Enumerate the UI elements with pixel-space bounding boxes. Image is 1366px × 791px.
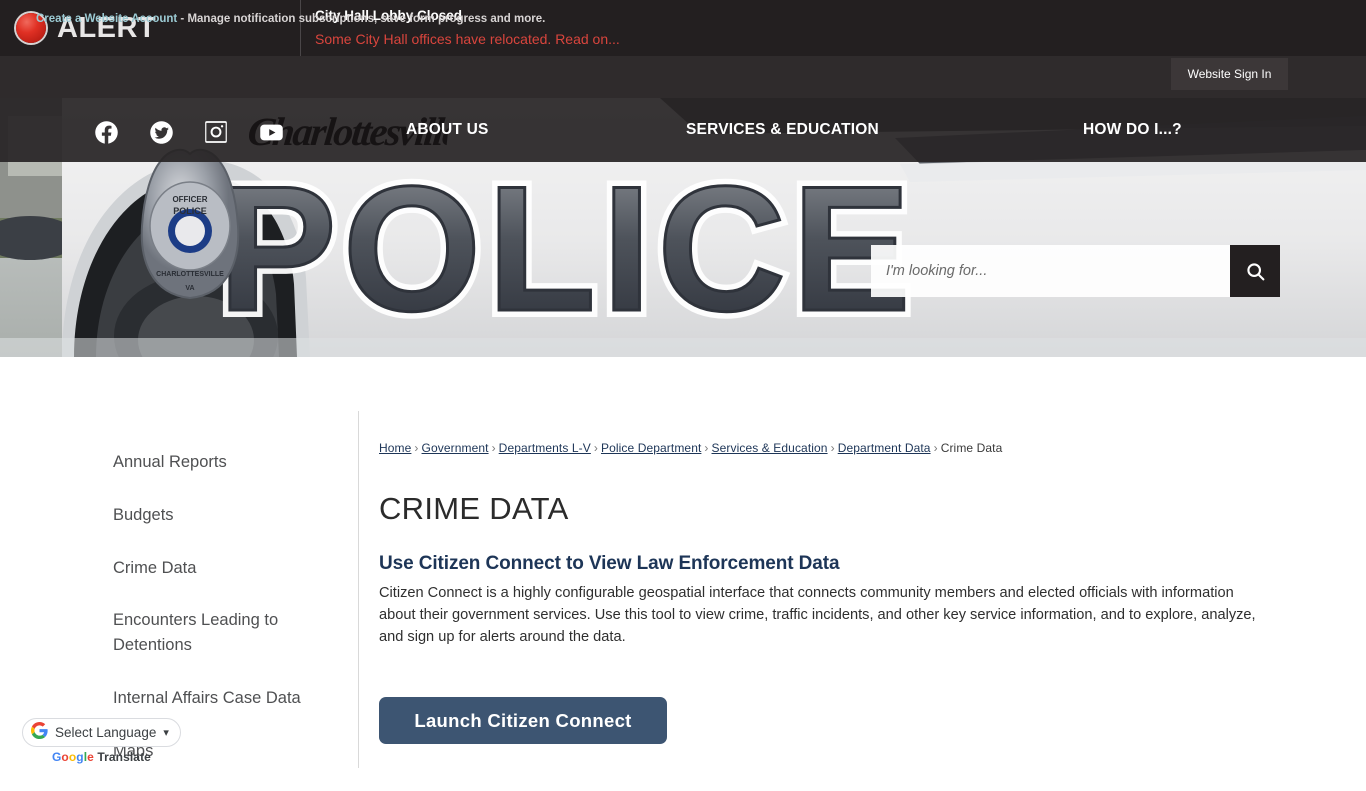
google-wordmark: Google <box>51 750 94 764</box>
sidebar-item-budgets[interactable]: Budgets <box>113 503 343 528</box>
account-bar <box>0 56 1366 98</box>
nav-item-how-do-i[interactable]: HOW DO I...? <box>1083 98 1182 162</box>
breadcrumb-item-department-data[interactable]: Department Data <box>838 441 931 455</box>
alert-readon-link[interactable]: Some City Hall offices have relocated. R… <box>315 30 620 49</box>
sidebar-item-crime-data[interactable]: Crime Data <box>113 556 343 581</box>
account-bar-description: - Manage notification subscriptions, sav… <box>177 13 546 25</box>
section-paragraph: Citizen Connect is a highly configurable… <box>379 585 1256 646</box>
breadcrumb-item-police-department[interactable]: Police Department <box>601 441 701 455</box>
page-title: CRIME DATA <box>379 491 569 526</box>
breadcrumb-separator: › <box>491 441 496 455</box>
google-translate-widget: Select Language ▾ Google Translate <box>22 718 181 764</box>
section-heading: Use Citizen Connect to View Law Enforcem… <box>379 553 840 574</box>
main-content: Home › Government › Departments L-V › Police D… <box>379 441 1284 744</box>
svg-text:CHARLOTTESVILLE: CHARLOTTESVILLE <box>156 271 224 278</box>
breadcrumb-separator: › <box>704 441 709 455</box>
breadcrumb-item-home[interactable]: Home <box>379 441 411 455</box>
alert-brand: ALERT <box>0 0 301 56</box>
nav-item-services-education[interactable]: SERVICES & EDUCATION <box>686 98 879 162</box>
google-translate-branding: Google Translate <box>22 750 181 764</box>
breadcrumb-item-current: Crime Data <box>940 441 1003 455</box>
breadcrumb-separator: › <box>593 441 598 455</box>
svg-text:POLICE: POLICE <box>173 206 207 216</box>
sidebar-item-internal-affairs-case-data[interactable]: Internal Affairs Case Data <box>113 686 343 711</box>
breadcrumb-item-government[interactable]: Government <box>422 441 489 455</box>
site-search <box>871 245 1280 297</box>
chevron-down-icon: ▾ <box>163 727 169 739</box>
search-icon <box>1246 262 1264 280</box>
account-bar-text: Create a Website Account - Manage notifi… <box>36 13 545 25</box>
svg-text:POLICE: POLICE <box>218 149 917 348</box>
search-button[interactable] <box>1230 245 1280 297</box>
nav-links: ABOUT US SERVICES & EDUCATION HOW DO I..… <box>0 98 1366 162</box>
breadcrumb-separator: › <box>933 441 938 455</box>
breadcrumb-item-services-education[interactable]: Services & Education <box>712 441 828 455</box>
content-divider <box>358 411 359 768</box>
create-account-link[interactable]: Create a Website Account <box>36 13 177 25</box>
sidebar-item-encounters-leading-to-detentions[interactable]: Encounters Leading to Detentions <box>113 608 298 658</box>
breadcrumb-item-departments-l-v[interactable]: Departments L-V <box>499 441 591 455</box>
alert-bar: ALERT City Hall Lobby Closed Some City H… <box>0 0 1366 56</box>
launch-citizen-connect-button[interactable]: Launch Citizen Connect <box>379 696 667 744</box>
breadcrumb-separator: › <box>414 441 419 455</box>
breadcrumb: Home › Government › Departments L-V › Police D… <box>379 441 1284 455</box>
page-body: Annual Reports Budgets Crime Data Encoun… <box>0 357 1366 768</box>
translate-word: Translate <box>97 750 151 764</box>
search-input[interactable] <box>871 245 1230 297</box>
svg-text:VA: VA <box>185 285 194 292</box>
select-language-label: Select Language <box>55 725 157 740</box>
select-language-dropdown[interactable]: Select Language ▾ <box>22 718 181 747</box>
police-badge: POLICE OFFICER CHARLOTTESVILLE VA <box>140 148 240 300</box>
svg-text:OFFICER: OFFICER <box>172 195 207 204</box>
google-g-icon <box>31 721 48 744</box>
sidebar-item-annual-reports[interactable]: Annual Reports <box>113 450 343 475</box>
website-signin-button[interactable]: Website Sign In <box>1171 58 1288 90</box>
breadcrumb-separator: › <box>830 441 835 455</box>
nav-item-about-us[interactable]: ABOUT US <box>406 98 489 162</box>
